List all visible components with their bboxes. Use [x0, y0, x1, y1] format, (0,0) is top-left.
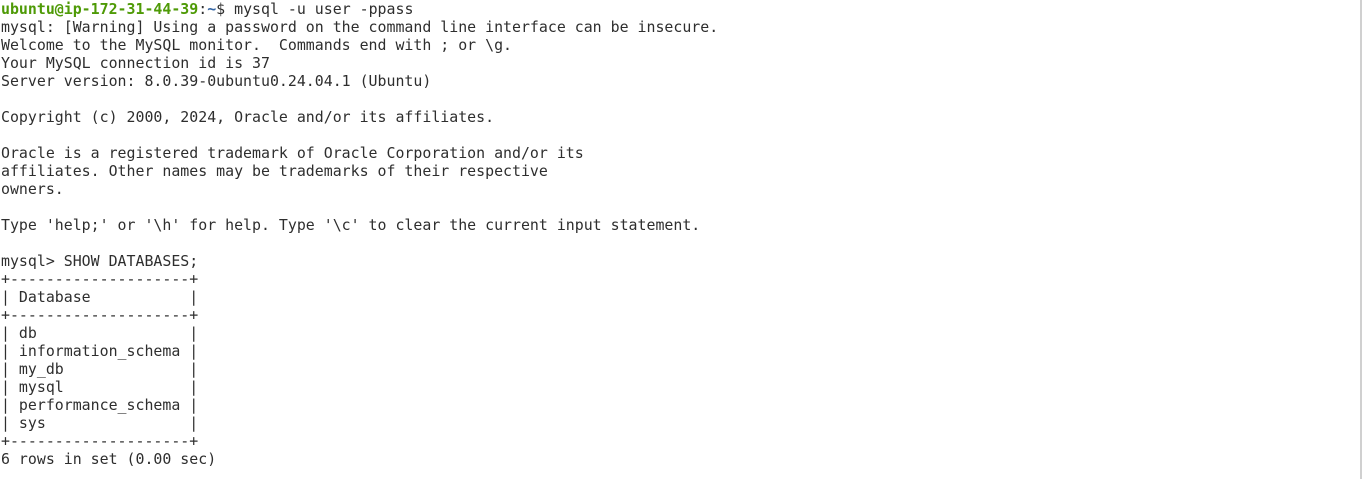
output-line: | db |: [1, 324, 199, 342]
scrollbar[interactable]: [1360, 0, 1362, 479]
prompt-symbol: $: [216, 0, 235, 18]
output-line: +--------------------+: [1, 270, 199, 288]
output-line: | mysql |: [1, 378, 199, 396]
output-line: 6 rows in set (0.00 sec): [1, 450, 217, 468]
output-line: | sys |: [1, 414, 199, 432]
output-line: | my_db |: [1, 360, 199, 378]
prompt-colon: :: [198, 0, 208, 18]
output-line: | performance_schema |: [1, 396, 199, 414]
output-line: owners.: [1, 180, 64, 198]
output-line: mysql: [Warning] Using a password on the…: [1, 18, 719, 36]
terminal-window[interactable]: ubuntu@ip-172-31-44-39:~$ mysql -u user …: [0, 0, 1366, 479]
output-line: | Database |: [1, 288, 199, 306]
shell-prompt-line: ubuntu@ip-172-31-44-39:~$ mysql -u user …: [1, 0, 1366, 18]
output-line: Copyright (c) 2000, 2024, Oracle and/or …: [1, 108, 495, 126]
output-line: | information_schema |: [1, 342, 199, 360]
output-line: affiliates. Other names may be trademark…: [1, 162, 548, 180]
prompt-user-host: ubuntu@ip-172-31-44-39: [1, 0, 199, 18]
terminal-output: mysql: [Warning] Using a password on the…: [1, 18, 1366, 468]
shell-command: mysql -u user -ppass: [234, 0, 414, 18]
output-line: Server version: 8.0.39-0ubuntu0.24.04.1 …: [1, 72, 432, 90]
output-line: +--------------------+: [1, 432, 199, 450]
output-line: Your MySQL connection id is 37: [1, 54, 270, 72]
output-line: mysql> SHOW DATABASES;: [1, 252, 199, 270]
prompt-path: ~: [207, 0, 217, 18]
output-line: +--------------------+: [1, 306, 199, 324]
output-line: Welcome to the MySQL monitor. Commands e…: [1, 36, 513, 54]
output-line: Type 'help;' or '\h' for help. Type '\c'…: [1, 216, 701, 234]
output-line: Oracle is a registered trademark of Orac…: [1, 144, 584, 162]
